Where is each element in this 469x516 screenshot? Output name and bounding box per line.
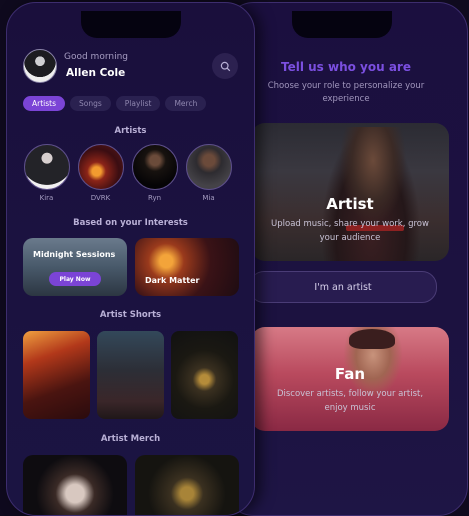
tab-playlist[interactable]: Playlist [115, 96, 161, 111]
artist-avatar [131, 144, 178, 190]
artist-item[interactable]: DVRK [77, 144, 124, 202]
artist-name: Mia [202, 194, 215, 202]
home-screen: Good morning Allen Cole Artists Songs Pl… [6, 2, 255, 516]
role-subtitle: Choose your role to personalize your exp… [267, 81, 425, 104]
artists-section-title: Artists [114, 126, 147, 136]
search-button[interactable] [212, 53, 238, 79]
fan-card-label: Fan [334, 365, 366, 383]
greeting-text: Good morning [64, 52, 128, 62]
username: Allen Cole [66, 67, 126, 79]
artist-item[interactable]: Mia [185, 144, 232, 202]
fan-role-card[interactable]: Fan Discover artists, follow your artist… [251, 327, 449, 431]
search-icon [220, 61, 230, 71]
interest-card-title: Midnight Sessions [33, 250, 116, 259]
artist-card-label: Artist [326, 195, 374, 213]
merch-section-title: Artist Merch [100, 434, 161, 444]
tab-merch[interactable]: Merch [165, 96, 207, 111]
artist-avatar [77, 144, 124, 190]
fan-photo-detail [349, 329, 395, 349]
im-an-artist-button[interactable]: I'm an artist [249, 271, 437, 303]
artist-name: Ryn [147, 194, 162, 202]
phone-notch [81, 11, 181, 38]
interests-section-title: Based on your Interests [73, 218, 188, 228]
role-title: Tell us who you are [281, 60, 411, 74]
artist-list: Kira DVRK Ryn Mia [23, 144, 232, 202]
tab-artists[interactable]: Artists [23, 96, 65, 111]
merch-item[interactable] [23, 455, 127, 515]
role-selection-screen: Tell us who you are Choose your role to … [224, 2, 468, 516]
play-now-button[interactable]: Play Now [49, 272, 101, 286]
artist-card-description: Upload music, share your work, grow your… [271, 219, 429, 243]
artist-avatar [23, 144, 70, 190]
artist-name: DVRK [90, 194, 111, 202]
category-tabs: Artists Songs Playlist Merch [23, 96, 207, 111]
user-avatar[interactable] [23, 49, 57, 83]
artist-short[interactable] [171, 331, 238, 419]
phone-notch [292, 11, 392, 38]
artist-name: Kira [39, 194, 54, 202]
interest-card-dark-matter[interactable]: Dark Matter [135, 238, 239, 296]
artist-short[interactable] [97, 331, 164, 419]
artist-item[interactable]: Ryn [131, 144, 178, 202]
interest-card-midnight-sessions[interactable]: Midnight Sessions Play Now [23, 238, 127, 296]
interest-card-title: Dark Matter [145, 276, 200, 285]
merch-item[interactable] [135, 455, 239, 515]
fan-card-description: Discover artists, follow your artist, en… [276, 389, 424, 413]
artist-item[interactable]: Kira [23, 144, 70, 202]
tab-songs[interactable]: Songs [70, 96, 111, 111]
artist-avatar [185, 144, 232, 190]
artist-role-card[interactable]: Artist Upload music, share your work, gr… [251, 123, 449, 261]
artist-short[interactable] [23, 331, 90, 419]
shorts-section-title: Artist Shorts [99, 310, 162, 320]
